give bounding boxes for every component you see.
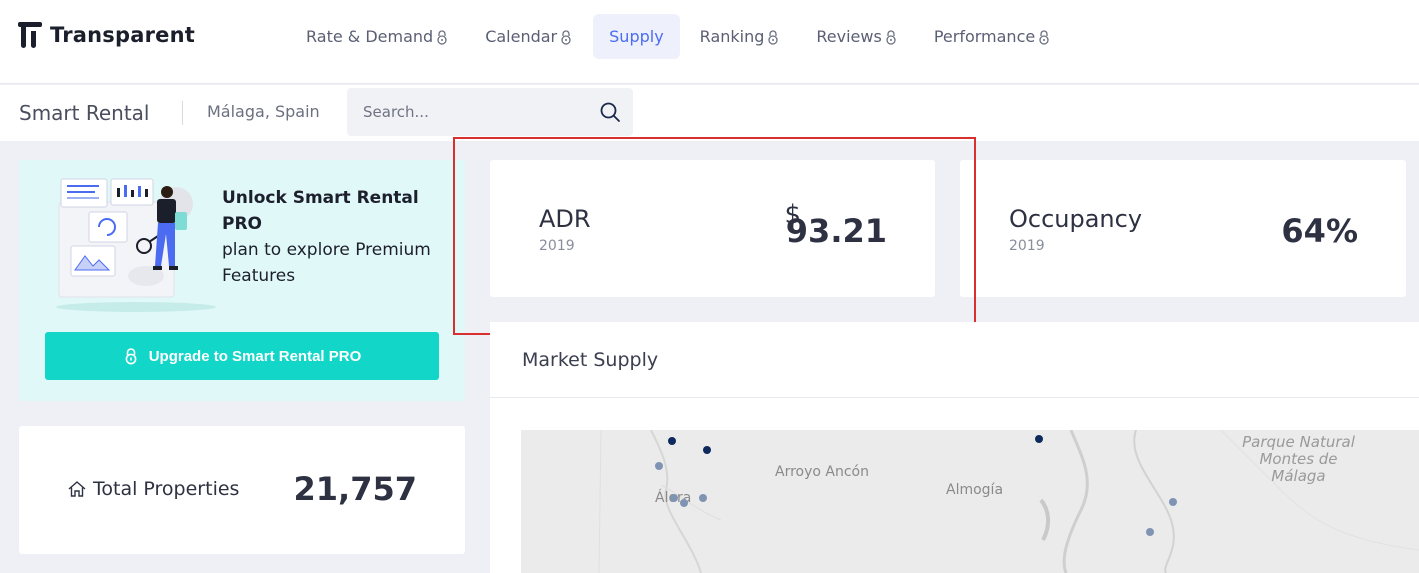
- map-marker[interactable]: [668, 437, 676, 445]
- map-marker[interactable]: [1146, 528, 1154, 536]
- map-label-parque-line3: Málaga: [1271, 467, 1326, 485]
- adr-year: 2019: [539, 238, 575, 254]
- search-input[interactable]: [347, 88, 587, 136]
- total-properties-text: Total Properties: [93, 478, 240, 500]
- market-supply-title: Market Supply: [522, 349, 659, 371]
- map-marker[interactable]: [1169, 498, 1177, 506]
- location-label[interactable]: Málaga, Spain: [207, 102, 320, 121]
- occupancy-year: 2019: [1009, 238, 1045, 254]
- map-marker[interactable]: [699, 494, 707, 502]
- map-label-arroyo: Arroyo Ancón: [775, 464, 869, 480]
- upgrade-promo-card: Unlock Smart Rental PRO plan to explore …: [19, 160, 465, 401]
- home-icon: [68, 481, 86, 497]
- nav-tab-label: Reviews: [816, 27, 882, 46]
- map-marker[interactable]: [703, 446, 711, 454]
- top-navbar: Transparent Rate & Demand Calendar Suppl…: [0, 0, 1419, 84]
- lock-icon: [561, 29, 571, 45]
- app-name: Smart Rental: [19, 101, 150, 125]
- map-label-parque-line2: Montes de: [1259, 450, 1338, 468]
- main-nav: Rate & Demand Calendar Supply Ranking Re…: [290, 14, 1071, 59]
- map-marker[interactable]: [655, 462, 663, 470]
- sub-header: Smart Rental Málaga, Spain: [0, 85, 1419, 141]
- lock-icon: [125, 348, 137, 365]
- map-marker[interactable]: [670, 494, 678, 502]
- lock-icon: [886, 29, 896, 45]
- market-divider: [490, 397, 1419, 398]
- total-properties-value: 21,757: [293, 470, 417, 508]
- promo-illustration: [56, 178, 216, 312]
- nav-tab-label: Ranking: [699, 27, 765, 46]
- occupancy-value: 64%: [1281, 212, 1358, 250]
- adr-card: ADR 2019 $ 93.21: [490, 160, 935, 297]
- logo-mark-icon: [18, 22, 42, 48]
- brand-name: Transparent: [50, 23, 195, 47]
- total-properties-label: Total Properties: [67, 478, 239, 500]
- lock-icon: [437, 29, 447, 45]
- map-label-parque: Parque Natural Montes de Málaga: [1221, 434, 1376, 485]
- nav-tab-label: Supply: [609, 27, 664, 46]
- nav-tab-label: Rate & Demand: [306, 27, 434, 46]
- nav-tab-supply[interactable]: Supply: [593, 14, 680, 59]
- occupancy-card: Occupancy 2019 64%: [960, 160, 1406, 297]
- market-supply-card: Market Supply Arroyo Ancón Almogía Álora…: [490, 322, 1419, 573]
- header-divider: [182, 101, 183, 125]
- nav-tab-label: Performance: [933, 27, 1036, 46]
- map-marker[interactable]: [1035, 435, 1043, 443]
- upgrade-button[interactable]: Upgrade to Smart Rental PRO: [45, 332, 439, 380]
- search-icon[interactable]: [599, 101, 621, 123]
- promo-body: plan to explore Premium Features: [222, 240, 431, 286]
- map-label-parque-line1: Parque Natural: [1242, 433, 1355, 451]
- nav-tab-performance[interactable]: Performance: [918, 14, 1067, 59]
- map-label-almogia: Almogía: [946, 482, 1004, 498]
- total-properties-card: Total Properties 21,757: [19, 426, 465, 554]
- promo-headline: Unlock Smart Rental PRO: [222, 188, 419, 234]
- map-marker[interactable]: [680, 499, 688, 507]
- supply-map[interactable]: Arroyo Ancón Almogía Álora Parque Natura…: [521, 430, 1419, 573]
- adr-value: 93.21: [785, 212, 887, 250]
- promo-text: Unlock Smart Rental PRO plan to explore …: [222, 185, 452, 289]
- occupancy-title: Occupancy: [1009, 205, 1143, 233]
- nav-tab-rate-demand[interactable]: Rate & Demand: [290, 14, 465, 59]
- nav-tab-calendar[interactable]: Calendar: [469, 14, 589, 59]
- search-box: [347, 88, 633, 136]
- nav-tab-reviews[interactable]: Reviews: [800, 14, 913, 59]
- lock-icon: [1039, 29, 1049, 45]
- brand-logo[interactable]: Transparent: [18, 22, 195, 48]
- lock-icon: [768, 29, 779, 45]
- upgrade-button-label: Upgrade to Smart Rental PRO: [148, 347, 362, 365]
- nav-tab-label: Calendar: [485, 27, 558, 46]
- nav-tab-ranking[interactable]: Ranking: [684, 14, 797, 59]
- adr-title: ADR: [539, 205, 591, 233]
